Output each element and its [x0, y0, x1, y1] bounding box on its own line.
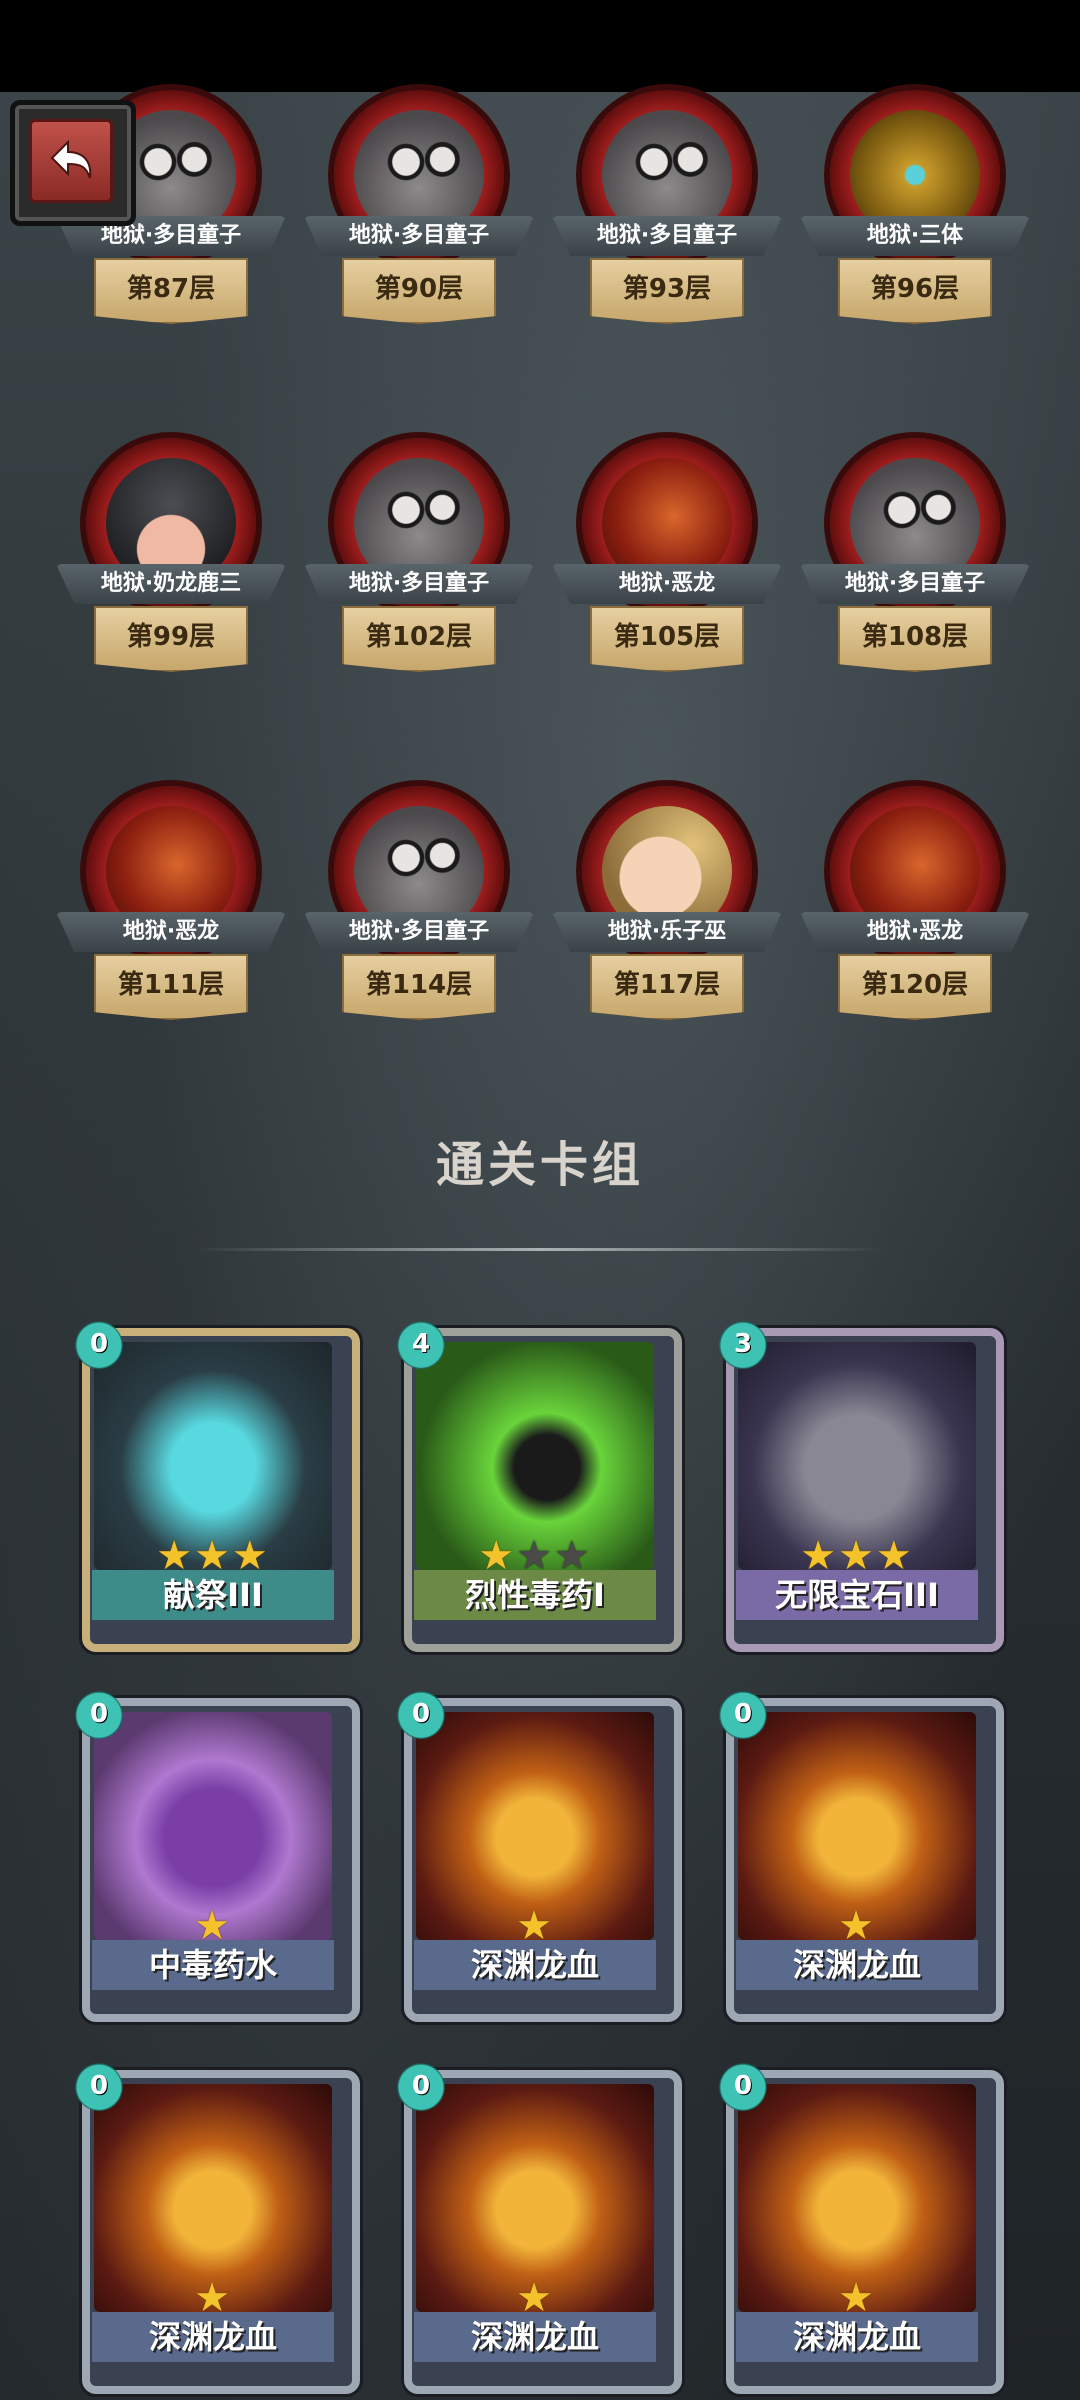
card[interactable]: ★ 深渊龙血 0 — [394, 1678, 682, 2022]
floor-banner: 第99层 — [94, 606, 248, 672]
card-name: 无限宝石III — [736, 1570, 978, 1620]
card[interactable]: ★ 深渊龙血 0 — [394, 2050, 682, 2394]
mana-cost: 0 — [72, 1678, 126, 1740]
boss-entry[interactable]: 地狱·奶龙鹿三 第99层 — [56, 438, 286, 738]
section-title: 通关卡组 — [435, 1137, 644, 1193]
card-name: 深渊龙血 — [92, 2312, 334, 2362]
floor-banner: 第111层 — [94, 954, 248, 1020]
boss-entry[interactable]: 地狱·多目童子 第108层 — [800, 438, 1030, 738]
card[interactable]: ★ 深渊龙血 0 — [72, 2050, 360, 2394]
boss-entry[interactable]: 地狱·恶龙 第120层 — [800, 786, 1030, 1086]
mana-cost: 0 — [716, 1678, 770, 1740]
floor-banner: 第87层 — [94, 258, 248, 324]
floor-banner: 第108层 — [838, 606, 992, 672]
card[interactable]: ★ 深渊龙血 0 — [716, 2050, 1004, 2394]
boss-entry[interactable]: 地狱·多目童子 第102层 — [304, 438, 534, 738]
card[interactable]: ★ 深渊龙血 0 — [716, 1678, 1004, 2022]
status-bar — [0, 0, 1080, 92]
card-name: 深渊龙血 — [414, 2312, 656, 2362]
mana-cost: 0 — [72, 1308, 126, 1370]
mana-cost: 0 — [394, 1678, 448, 1740]
card[interactable]: ★★★ 烈性毒药I 4 — [394, 1308, 682, 1652]
mana-cost: 3 — [716, 1308, 770, 1370]
floor-banner: 第93层 — [590, 258, 744, 324]
boss-name: 地狱·奶龙鹿三 — [56, 564, 286, 604]
card[interactable]: ★ 中毒药水 0 — [72, 1678, 360, 2022]
mana-cost: 4 — [394, 1308, 448, 1370]
boss-entry[interactable]: 地狱·多目童子 第93层 — [552, 90, 782, 390]
boss-entry[interactable]: 地狱·三体 第96层 — [800, 90, 1030, 390]
boss-entry[interactable]: 地狱·多目童子 第114层 — [304, 786, 534, 1086]
boss-name: 地狱·多目童子 — [304, 912, 534, 952]
boss-name: 地狱·恶龙 — [56, 912, 286, 952]
boss-name: 地狱·恶龙 — [800, 912, 1030, 952]
card[interactable]: ★★★ 无限宝石III 3 — [716, 1308, 1004, 1652]
floor-banner: 第105层 — [590, 606, 744, 672]
card[interactable]: ★★★ 献祭III 0 — [72, 1308, 360, 1652]
card-name: 深渊龙血 — [736, 2312, 978, 2362]
floor-banner: 第96层 — [838, 258, 992, 324]
card-name: 烈性毒药I — [414, 1570, 656, 1620]
card-name: 中毒药水 — [92, 1940, 334, 1990]
boss-entry[interactable]: 地狱·乐子巫 第117层 — [552, 786, 782, 1086]
boss-name: 地狱·多目童子 — [552, 216, 782, 256]
floor-banner: 第90层 — [342, 258, 496, 324]
boss-name: 地狱·多目童子 — [304, 564, 534, 604]
divider — [195, 1248, 885, 1251]
card-name: 深渊龙血 — [414, 1940, 656, 1990]
floor-banner: 第120层 — [838, 954, 992, 1020]
boss-name: 地狱·三体 — [800, 216, 1030, 256]
floor-banner: 第102层 — [342, 606, 496, 672]
boss-entry[interactable]: 地狱·多目童子 第90层 — [304, 90, 534, 390]
back-button[interactable] — [10, 100, 136, 226]
floor-banner: 第114层 — [342, 954, 496, 1020]
boss-name: 地狱·多目童子 — [304, 216, 534, 256]
mana-cost: 0 — [716, 2050, 770, 2112]
card-name: 深渊龙血 — [736, 1940, 978, 1990]
card-name: 献祭III — [92, 1570, 334, 1620]
boss-name: 地狱·乐子巫 — [552, 912, 782, 952]
boss-entry[interactable]: 地狱·恶龙 第105层 — [552, 438, 782, 738]
boss-name: 地狱·多目童子 — [800, 564, 1030, 604]
back-arrow-icon — [29, 119, 113, 203]
mana-cost: 0 — [72, 2050, 126, 2112]
floor-banner: 第117层 — [590, 954, 744, 1020]
boss-name: 地狱·恶龙 — [552, 564, 782, 604]
boss-entry[interactable]: 地狱·恶龙 第111层 — [56, 786, 286, 1086]
mana-cost: 0 — [394, 2050, 448, 2112]
